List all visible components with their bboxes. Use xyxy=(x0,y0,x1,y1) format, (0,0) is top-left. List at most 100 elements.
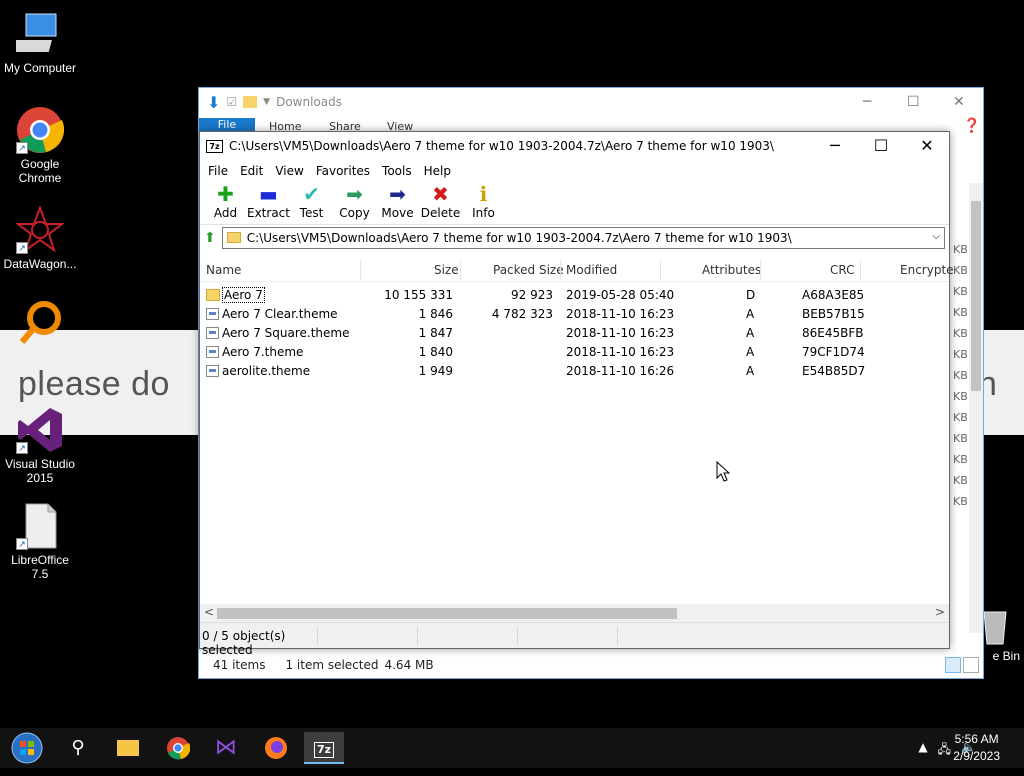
cell-size: 1 840 xyxy=(418,345,453,359)
visual-studio-icon: ↗ xyxy=(16,406,64,454)
cell-name: Aero 7 xyxy=(206,287,265,303)
column-packed-size[interactable]: Packed Size xyxy=(493,263,564,277)
cell-packed-size: 4 782 323 xyxy=(491,307,553,321)
scrollbar-thumb[interactable] xyxy=(971,201,981,391)
new-folder-icon[interactable] xyxy=(243,96,258,108)
selection-status: 0 / 5 object(s) selected xyxy=(202,625,318,657)
mouse-cursor-icon xyxy=(716,461,730,482)
selection-count: 1 item selected xyxy=(285,658,379,672)
desktop-icon-magnifier-app[interactable] xyxy=(0,300,80,351)
file-list[interactable]: Name Size Packed Size Modified Attribute… xyxy=(200,258,954,604)
table-row[interactable]: Aero 7.theme 1 840 2018-11-10 16:23 A 79CF1D… xyxy=(200,343,949,362)
large-icons-view-icon[interactable] xyxy=(963,657,979,673)
address-input[interactable]: C:\Users\VM5\Downloads\Aero 7 theme for … xyxy=(221,226,945,249)
scrollbar-thumb[interactable] xyxy=(217,608,677,619)
network-icon[interactable]: 🖧 xyxy=(938,740,951,761)
menu-favorites[interactable]: Favorites xyxy=(310,164,376,178)
column-size[interactable]: Size xyxy=(434,263,459,277)
explorer-ribbon-tabs: File Home Share View ❓ xyxy=(199,118,983,134)
table-row[interactable]: Aero 7 10 155 331 92 923 2019-05-28 05:40 D A… xyxy=(200,286,949,305)
menu-view[interactable]: View xyxy=(269,164,309,178)
taskbar: ⚲ ⋈ 7z ▲ 🖧 🔈 5:56 AM 2/9/2023 xyxy=(0,728,1024,768)
sevenzip-statusbar: 0 / 5 object(s) selected xyxy=(200,622,949,657)
scroll-right-icon[interactable]: > xyxy=(935,605,945,619)
start-button[interactable] xyxy=(6,732,48,764)
desktop-icon-visual-studio[interactable]: ↗ Visual Studio 2015 xyxy=(0,406,80,485)
menu-help[interactable]: Help xyxy=(418,164,457,178)
quick-access-download-icon[interactable]: ⬇ xyxy=(207,93,220,112)
up-folder-icon[interactable]: ⬆ xyxy=(204,230,216,246)
sevenzip-logo-icon: 7z xyxy=(206,139,223,153)
desktop-icon-my-computer[interactable]: My Computer xyxy=(0,10,80,75)
add-button[interactable]: ✚ Add xyxy=(204,182,247,224)
scroll-left-icon[interactable]: < xyxy=(204,605,214,619)
cell-name: aerolite.theme xyxy=(206,364,310,378)
copy-button[interactable]: ➡ Copy xyxy=(333,182,376,224)
maximize-icon[interactable]: ☐ xyxy=(858,136,904,155)
info-button[interactable]: ℹ Info xyxy=(462,182,505,224)
visual-studio-icon[interactable]: ⋈ xyxy=(206,732,246,764)
cell-packed-size: 92 923 xyxy=(511,288,553,302)
explorer-vertical-scrollbar[interactable] xyxy=(969,183,983,633)
maximize-icon[interactable]: ☐ xyxy=(907,94,920,110)
firefox-icon[interactable] xyxy=(256,732,296,764)
shortcut-arrow-icon: ↗ xyxy=(16,538,28,550)
sevenzip-icon: 7z xyxy=(313,742,335,758)
extract-button[interactable]: ▬ Extract xyxy=(247,182,290,224)
desktop-icon-libreoffice[interactable]: ↗ LibreOffice 7.5 xyxy=(0,502,80,581)
table-row[interactable]: Aero 7 Square.theme 1 847 2018-11-10 16:23… xyxy=(200,324,949,343)
libreoffice-icon: ↗ xyxy=(16,502,64,550)
menu-file[interactable]: File xyxy=(202,164,234,178)
table-row[interactable]: Aero 7 Clear.theme 1 846 4 782 323 2018-11-… xyxy=(200,305,949,324)
tab-file[interactable]: File xyxy=(199,118,255,132)
search-icon[interactable]: ⚲ xyxy=(58,732,98,764)
horizontal-scrollbar[interactable]: < > xyxy=(200,604,949,622)
cell-attributes: A xyxy=(746,364,755,378)
cell-name: Aero 7 Square.theme xyxy=(206,326,349,340)
close-icon[interactable]: ✕ xyxy=(953,94,965,110)
customize-dropdown-icon[interactable]: ▼ xyxy=(263,97,270,107)
properties-check-icon[interactable]: ☑ xyxy=(226,95,237,109)
column-encrypted[interactable]: Encrypte xyxy=(900,263,954,277)
cell-size: 1 847 xyxy=(418,326,453,340)
chrome-icon[interactable] xyxy=(158,732,198,764)
chevron-up-icon[interactable]: ▲ xyxy=(918,740,927,761)
address-path: C:\Users\VM5\Downloads\Aero 7 theme for … xyxy=(246,230,792,245)
menu-edit[interactable]: Edit xyxy=(234,164,269,178)
desktop-icon-chrome[interactable]: ↗ Google Chrome xyxy=(0,106,80,185)
desktop-icon-label: Google Chrome xyxy=(18,157,62,185)
cell-crc: E54B85D7 xyxy=(802,364,866,378)
move-button[interactable]: ➡ Move xyxy=(376,182,419,224)
sevenzip-titlebar: 7z C:\Users\VM5\Downloads\Aero 7 theme f… xyxy=(200,132,949,160)
toolbar: ✚ Add ▬ Extract ✔ Test ➡ Copy ➡ Move ✖ Delete … xyxy=(200,182,949,224)
minimize-icon[interactable]: ─ xyxy=(812,136,858,155)
computer-icon xyxy=(10,10,64,58)
chevron-down-icon[interactable]: ⌵ xyxy=(932,231,940,242)
details-view-icon[interactable] xyxy=(945,657,961,673)
file-explorer-icon[interactable] xyxy=(108,732,148,764)
test-button[interactable]: ✔ Test xyxy=(290,182,333,224)
table-row[interactable]: aerolite.theme 1 949 2018-11-10 16:26 A E54B… xyxy=(200,362,949,381)
cell-name: Aero 7 Clear.theme xyxy=(206,307,338,321)
cell-crc: A68A3E85 xyxy=(802,288,865,302)
delete-button[interactable]: ✖ Delete xyxy=(419,182,462,224)
menu-bar: File Edit View Favorites Tools Help xyxy=(200,160,949,182)
menu-tools[interactable]: Tools xyxy=(376,164,418,178)
shortcut-arrow-icon: ↗ xyxy=(16,442,28,454)
magnifier-app-icon xyxy=(16,300,64,348)
cell-size: 1 949 xyxy=(418,364,453,378)
close-icon[interactable]: ✕ xyxy=(904,136,950,155)
desktop-icon-datawagon[interactable]: ↗ DataWagon... xyxy=(0,205,80,271)
cell-name: Aero 7.theme xyxy=(206,345,303,359)
recycle-bin-icon xyxy=(980,606,1010,646)
column-modified[interactable]: Modified xyxy=(566,263,617,277)
clock[interactable]: 5:56 AM 2/9/2023 xyxy=(953,731,1000,765)
help-icon[interactable]: ❓ xyxy=(963,118,980,134)
minimize-icon[interactable]: ─ xyxy=(863,94,871,110)
theme-file-icon xyxy=(206,365,219,377)
sevenzip-window[interactable]: 7z C:\Users\VM5\Downloads\Aero 7 theme f… xyxy=(199,131,954,657)
sevenzip-taskbar-button[interactable]: 7z xyxy=(304,732,344,764)
column-crc[interactable]: CRC xyxy=(830,263,855,277)
column-attributes[interactable]: Attributes xyxy=(702,263,761,277)
column-name[interactable]: Name xyxy=(206,263,241,277)
